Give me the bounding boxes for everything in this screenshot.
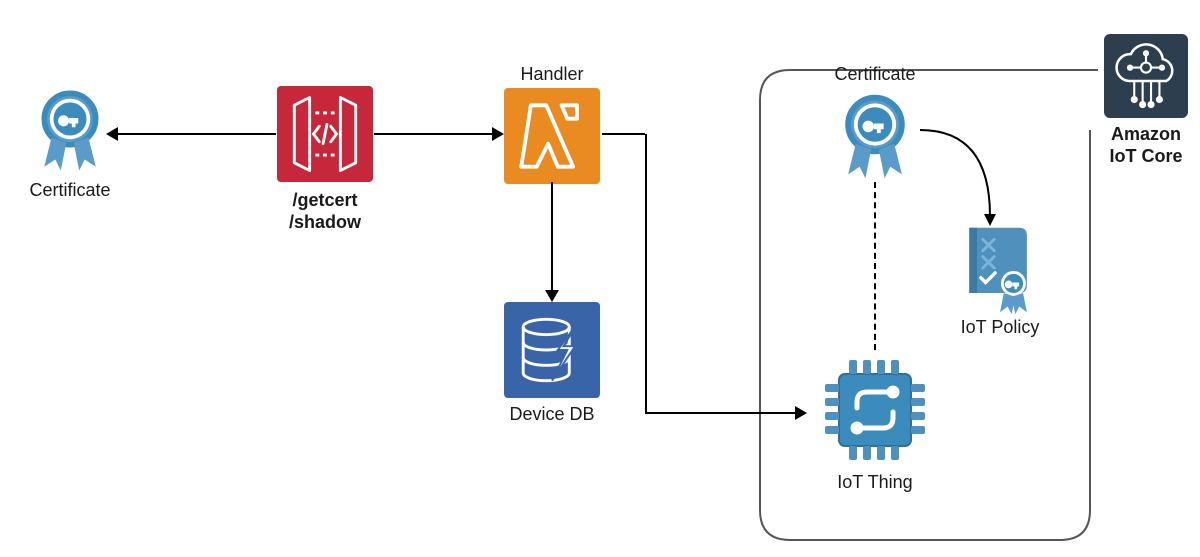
api-gateway-node: /getcert /shadow (255, 86, 395, 233)
lambda-icon (504, 88, 600, 184)
device-db-label: Device DB (492, 404, 612, 426)
iot-core-icon (1104, 34, 1188, 118)
api-gateway-icon (277, 86, 373, 182)
arrow-head-left-icon (106, 127, 118, 141)
arrow-head-right-icon (492, 127, 504, 141)
edge-handler-to-db (551, 182, 553, 290)
iot-policy-label: IoT Policy (940, 317, 1060, 339)
iot-thing-node: IoT Thing (805, 350, 945, 494)
edge-handler-to-thing-v (645, 134, 647, 414)
iot-thing-label: IoT Thing (805, 472, 945, 494)
edge-api-to-cert (118, 133, 276, 135)
iot-core-label-2: IoT Core (1109, 146, 1182, 166)
api-gateway-label-bottom: /shadow (289, 212, 361, 232)
iot-core-label-1: Amazon (1111, 124, 1181, 144)
certificate-icon (827, 88, 923, 184)
dynamodb-icon (504, 302, 600, 398)
handler-node: Handler (492, 60, 612, 184)
edge-handler-to-thing-h1 (602, 133, 645, 135)
edge-api-to-handler (374, 133, 492, 135)
handler-label: Handler (492, 64, 612, 86)
arrow-head-down-icon (545, 290, 559, 302)
certificate-icon (24, 84, 116, 176)
edge-cert-to-policy (910, 120, 1110, 300)
edge-handler-to-thing-h2 (645, 412, 795, 414)
api-gateway-label-top: /getcert (292, 190, 357, 210)
edge-cert-to-thing-dashed (874, 182, 876, 350)
certificate-left-node: Certificate (10, 84, 130, 202)
certificate-iot-label: Certificate (810, 64, 940, 86)
arrow-head-right-icon (795, 406, 807, 420)
iot-thing-icon (815, 350, 935, 470)
device-db-node: Device DB (492, 302, 612, 426)
certificate-left-label: Certificate (10, 180, 130, 202)
